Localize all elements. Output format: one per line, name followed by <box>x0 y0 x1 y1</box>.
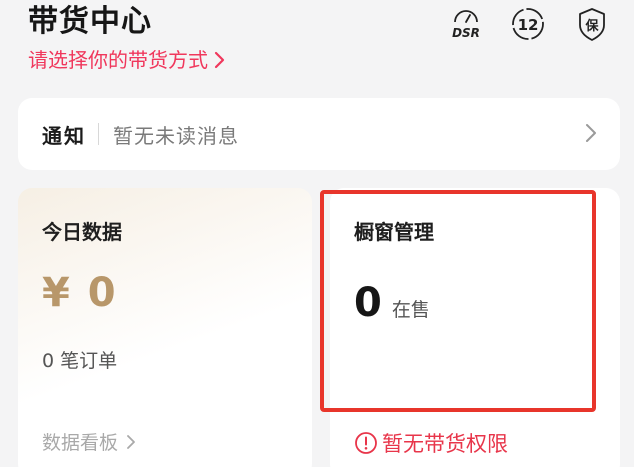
dsr-label: DSR <box>452 26 480 40</box>
no-permission-warning[interactable]: 暂无带货权限 <box>354 428 508 458</box>
age-label: 12 <box>518 16 539 34</box>
data-board-link[interactable]: 数据看板 <box>42 428 136 455</box>
highlight-annotation <box>320 190 596 412</box>
age-12-icon[interactable]: 12 <box>506 4 550 44</box>
gmv-value: ¥ 0 <box>42 270 118 316</box>
select-mode-label: 请选择你的带货方式 <box>28 48 208 72</box>
today-data-title: 今日数据 <box>42 220 122 244</box>
header: 带货中心 请选择你的带货方式 DSR 12 保 <box>0 0 634 96</box>
today-data-card[interactable]: 今日数据 ¥ 0 0 笔订单 数据看板 <box>18 188 312 467</box>
notice-message: 暂无未读消息 <box>113 123 239 148</box>
exclamation-circle-icon <box>355 432 377 454</box>
chevron-right-icon <box>127 434 135 449</box>
chevron-right-icon <box>586 124 596 142</box>
guarantee-shield-icon[interactable]: 保 <box>570 4 614 44</box>
dsr-gauge-icon[interactable]: DSR <box>444 4 488 44</box>
chevron-right-icon <box>214 51 225 69</box>
notice-title: 通知 <box>42 123 86 148</box>
no-permission-label: 暂无带货权限 <box>382 432 508 456</box>
page-title: 带货中心 <box>28 4 152 39</box>
notice-divider <box>98 123 99 145</box>
guarantee-label: 保 <box>584 18 599 34</box>
select-mode-link[interactable]: 请选择你的带货方式 <box>28 46 226 74</box>
data-board-label: 数据看板 <box>42 432 119 454</box>
order-count: 0 笔订单 <box>42 350 118 372</box>
notice-bar[interactable]: 通知 暂无未读消息 <box>18 98 620 170</box>
